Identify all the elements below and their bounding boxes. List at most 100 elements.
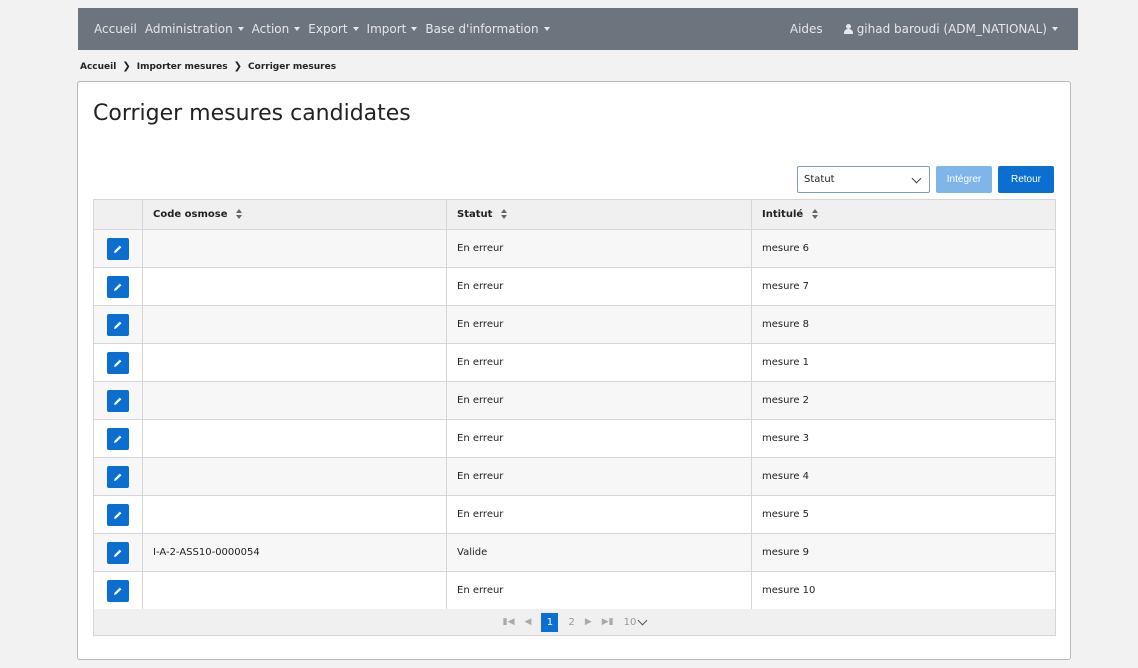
chevron-right-icon: ❯ xyxy=(122,61,131,72)
cell-statut: En erreur xyxy=(446,343,752,382)
header-code-osmose[interactable]: Code osmose xyxy=(142,199,447,230)
cell-statut: En erreur xyxy=(446,495,752,534)
cell-code-osmose xyxy=(142,381,447,420)
pencil-icon xyxy=(114,549,122,557)
row-action-cell xyxy=(93,343,143,382)
nav-item-label: Import xyxy=(366,22,407,36)
cell-code-osmose xyxy=(142,419,447,458)
header-statut[interactable]: Statut xyxy=(446,199,752,230)
edit-button[interactable] xyxy=(107,275,129,298)
cell-intitule: mesure 3 xyxy=(751,419,1056,458)
cell-code-osmose xyxy=(142,267,447,306)
nav-item-action[interactable]: Action xyxy=(252,22,301,36)
header-label: Intitulé xyxy=(762,209,804,220)
sort-icon[interactable] xyxy=(235,209,243,219)
nav-right: Aides gihad baroudi (ADM_NATIONAL) xyxy=(790,22,1058,36)
header-intitule[interactable]: Intitulé xyxy=(751,199,1056,230)
pencil-icon xyxy=(114,435,122,443)
header-label: Code osmose xyxy=(153,209,228,220)
retour-button[interactable]: Retour xyxy=(998,166,1054,193)
edit-button[interactable] xyxy=(107,389,129,412)
nav-item-label: Export xyxy=(308,22,348,36)
user-menu[interactable]: gihad baroudi (ADM_NATIONAL) xyxy=(843,22,1058,36)
cell-intitule: mesure 1 xyxy=(751,343,1056,382)
last-page-icon[interactable]: ▶▮ xyxy=(602,617,614,627)
cell-statut: En erreur xyxy=(446,267,752,306)
aides-link[interactable]: Aides xyxy=(790,22,823,36)
nav-item-label: Base d'information xyxy=(425,22,539,36)
cell-statut: En erreur xyxy=(446,419,752,458)
chevron-down-icon xyxy=(637,615,648,625)
cell-intitule: mesure 10 xyxy=(751,571,1056,610)
user-name: gihad baroudi (ADM_NATIONAL) xyxy=(856,22,1047,36)
row-action-cell xyxy=(93,457,143,496)
cell-code-osmose: I-A-2-ASS10-0000054 xyxy=(142,533,447,572)
table-row: I-A-2-ASS10-0000054 Valide mesure 9 xyxy=(93,533,1056,572)
cell-statut: En erreur xyxy=(446,571,752,610)
breadcrumb-item-importer[interactable]: Importer mesures xyxy=(137,62,228,72)
row-action-cell xyxy=(93,229,143,268)
edit-button[interactable] xyxy=(107,465,129,488)
page-size-select[interactable]: 10 xyxy=(624,615,648,628)
edit-button[interactable] xyxy=(107,313,129,336)
row-action-cell xyxy=(93,267,143,306)
sort-icon[interactable] xyxy=(500,209,508,219)
table-row: En erreur mesure 8 xyxy=(93,305,1056,344)
table-row: En erreur mesure 10 xyxy=(93,571,1056,610)
row-action-cell xyxy=(93,381,143,420)
pencil-icon xyxy=(114,397,122,405)
breadcrumb-item-corriger: Corriger mesures xyxy=(248,61,337,72)
cell-code-osmose xyxy=(142,457,447,496)
statut-select[interactable]: Statut xyxy=(797,166,930,193)
pencil-icon xyxy=(114,283,122,291)
nav-item-administration[interactable]: Administration xyxy=(145,22,244,36)
cell-statut: En erreur xyxy=(446,457,752,496)
breadcrumb: Accueil ❯ Importer mesures ❯ Corriger me… xyxy=(80,61,336,72)
page-link[interactable]: 2 xyxy=(568,617,574,628)
page-link-current[interactable]: 1 xyxy=(541,612,559,632)
edit-button[interactable] xyxy=(107,237,129,260)
edit-button[interactable] xyxy=(107,503,129,526)
chevron-down-icon xyxy=(911,173,922,184)
nav-item-accueil[interactable]: Accueil xyxy=(94,22,137,36)
nav-item-base-d-information[interactable]: Base d'information xyxy=(425,22,550,36)
nav-item-export[interactable]: Export xyxy=(308,22,359,36)
caret-down-icon xyxy=(294,27,301,31)
table-row: En erreur mesure 4 xyxy=(93,457,1056,496)
nav-menu: Accueil Administration Action Export Import B… xyxy=(94,22,558,36)
next-page-icon[interactable]: ▶ xyxy=(585,617,592,627)
pencil-icon xyxy=(114,473,122,481)
caret-down-icon xyxy=(237,27,244,31)
sort-icon[interactable] xyxy=(811,209,819,219)
table-row: En erreur mesure 7 xyxy=(93,267,1056,306)
cell-intitule: mesure 8 xyxy=(751,305,1056,344)
cell-intitule: mesure 9 xyxy=(751,533,1056,572)
integrer-button[interactable]: Intégrer xyxy=(936,166,992,193)
pencil-icon xyxy=(114,511,122,519)
chevron-right-icon: ❯ xyxy=(233,61,243,72)
page-title: Corriger mesures candidates xyxy=(93,101,411,126)
edit-button[interactable] xyxy=(107,427,129,450)
caret-down-icon xyxy=(352,27,359,31)
row-action-cell xyxy=(93,533,143,572)
edit-button[interactable] xyxy=(107,541,129,564)
pencil-icon xyxy=(114,321,122,329)
table-row: En erreur mesure 2 xyxy=(93,381,1056,420)
pencil-icon xyxy=(114,359,122,367)
cell-statut: En erreur xyxy=(446,381,752,420)
edit-button[interactable] xyxy=(107,351,129,374)
actions-header xyxy=(93,199,143,230)
statut-select-value: Statut xyxy=(804,174,835,185)
cell-code-osmose xyxy=(142,495,447,534)
breadcrumb-item-accueil[interactable]: Accueil xyxy=(80,62,116,72)
cell-statut: En erreur xyxy=(446,229,752,268)
first-page-icon[interactable]: ▮◀ xyxy=(503,617,515,627)
nav-item-import[interactable]: Import xyxy=(367,22,418,36)
table-row: En erreur mesure 5 xyxy=(93,495,1056,534)
edit-button[interactable] xyxy=(107,579,129,602)
cell-intitule: mesure 6 xyxy=(751,229,1056,268)
pencil-icon xyxy=(114,245,122,253)
header-label: Statut xyxy=(457,209,493,220)
prev-page-icon[interactable]: ◀ xyxy=(525,617,532,627)
cell-intitule: mesure 5 xyxy=(751,495,1056,534)
